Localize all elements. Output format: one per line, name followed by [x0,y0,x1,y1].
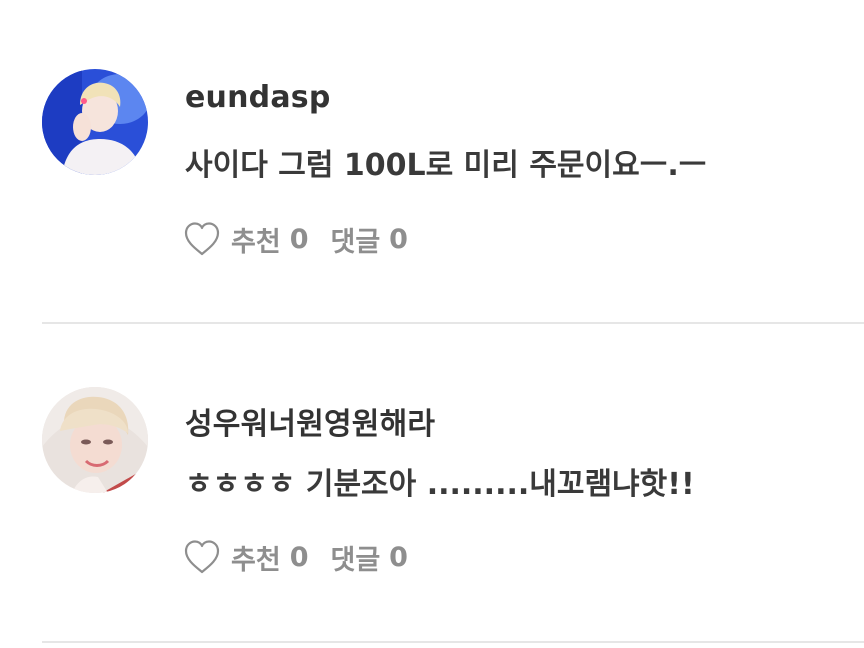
reply-button[interactable]: 댓글 0 [330,220,407,259]
avatar-photo [42,387,148,493]
reply-count: 0 [389,223,408,255]
comment-username[interactable]: 성우워너원영원해라 [185,399,435,443]
like-button[interactable]: 추천 0 [183,538,308,577]
comment-item: 성우워너원영원해라 ㅎㅎㅎㅎ 기분조아 .........내꼬램냐핫!! 추천 0… [0,325,864,648]
comment-actions: 추천 0 댓글 0 [183,537,408,577]
avatar[interactable] [42,387,148,493]
comment-divider [42,641,864,643]
like-count: 0 [289,223,309,255]
comment-divider [42,322,864,324]
reply-count: 0 [389,541,408,573]
reply-button[interactable]: 댓글 0 [330,538,407,577]
like-label: 추천 [231,226,281,258]
heart-outline-icon [184,540,220,574]
reply-label: 댓글 [330,544,381,576]
avatar[interactable] [42,69,148,175]
comment-actions: 추천 0 댓글 0 [183,219,408,259]
reply-label: 댓글 [330,226,381,258]
comment-item: eundasp 사이다 그럼 100L로 미리 주문이요ㅡ.ㅡ 추천 0 댓글 0 [0,0,864,325]
comment-username[interactable]: eundasp [185,80,331,115]
like-label: 추천 [231,544,281,576]
like-count: 0 [289,541,309,573]
comment-text: ㅎㅎㅎㅎ 기분조아 .........내꼬램냐핫!! [185,467,695,502]
heart-outline-icon [184,222,220,256]
avatar-photo [42,69,148,175]
comment-text: 사이다 그럼 100L로 미리 주문이요ㅡ.ㅡ [185,148,707,183]
like-button[interactable]: 추천 0 [183,220,308,259]
